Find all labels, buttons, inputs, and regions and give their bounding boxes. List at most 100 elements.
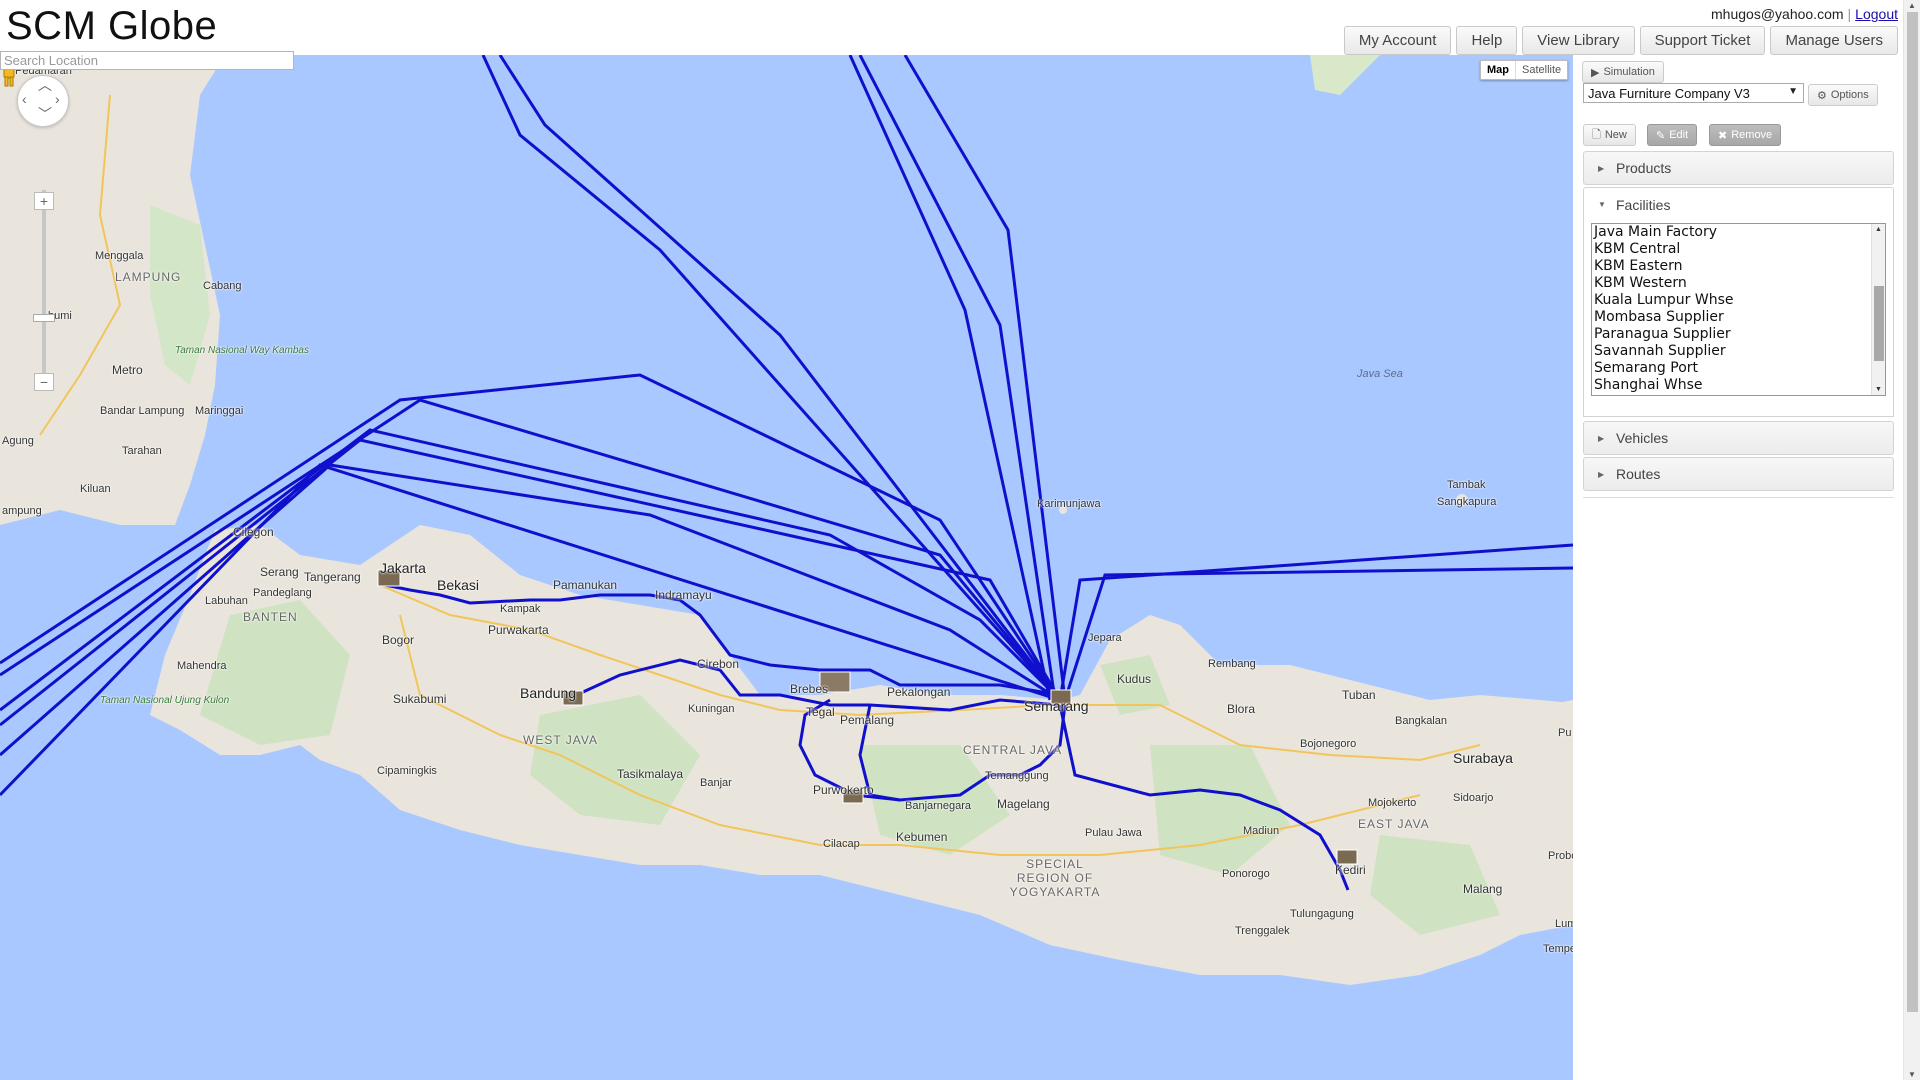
place-label: Pemalang (840, 713, 895, 727)
zoom-slider-handle[interactable] (33, 314, 55, 322)
region-label: CENTRAL JAVA (963, 743, 1063, 757)
options-label: Options (1830, 89, 1869, 101)
page-scroll-down-icon[interactable]: ▼ (1908, 1070, 1916, 1079)
place-label: Banjar (700, 777, 732, 789)
region-label: LAMPUNG (115, 270, 182, 284)
place-label: Bekasi (437, 577, 480, 593)
section-routes[interactable]: ▶ Routes (1583, 457, 1894, 491)
facility-item[interactable]: Savannah Supplier (1592, 343, 1885, 360)
facility-item[interactable]: Paranagua Supplier (1592, 326, 1885, 343)
place-label: Bandung (520, 685, 577, 701)
logout-link[interactable]: Logout (1855, 6, 1898, 22)
place-label: Cipamingkis (377, 765, 437, 777)
park-label: Taman Nasional Ujung Kulon (100, 695, 230, 706)
edit-label: Edit (1669, 129, 1689, 141)
place-label: Cirebon (697, 657, 740, 671)
section-facilities[interactable]: ▼ Facilities (1583, 187, 1894, 221)
edit-button[interactable]: ✎ Edit (1647, 124, 1698, 146)
close-icon: ✖ (1718, 129, 1728, 142)
island-top (1310, 55, 1380, 95)
facility-item[interactable]: Java Main Factory (1592, 224, 1885, 241)
facility-item[interactable]: Shanghai Whse (1592, 377, 1885, 394)
zoom-in-button[interactable]: + (34, 192, 54, 210)
section-vehicles[interactable]: ▶ Vehicles (1583, 421, 1894, 455)
place-label: Semarang (1024, 698, 1089, 714)
place-label: Purwakarta (488, 623, 549, 637)
place-label: Brebes (790, 682, 829, 696)
place-label: Cabang (203, 280, 242, 292)
region-label: BANTEN (243, 610, 298, 624)
facility-item[interactable]: Kuala Lumpur Whse (1592, 292, 1885, 309)
pan-down-icon[interactable]: ﹀ (38, 107, 52, 121)
place-label: Bandar Lampung (100, 405, 185, 417)
section-products[interactable]: ▶ Products (1583, 151, 1894, 185)
map-type-satellite-button[interactable]: Satellite (1515, 61, 1567, 79)
facility-item[interactable]: KBM Eastern (1592, 258, 1885, 275)
place-label: Agung (2, 435, 34, 447)
facility-item[interactable]: KBM Western (1592, 275, 1885, 292)
map-canvas[interactable]: Pedamaran Menggala LAMPUNG Cabang bumi T… (0, 55, 1573, 1080)
manage-users-button[interactable]: Manage Users (1770, 26, 1898, 55)
company-select-value: Java Furniture Company V3 (1588, 85, 1750, 101)
place-label: Pekalongan (887, 685, 951, 699)
map-type-map-button[interactable]: Map (1481, 61, 1515, 79)
facility-list-scroll-thumb[interactable] (1874, 286, 1884, 361)
map-type-control: Map Satellite (1480, 60, 1569, 80)
company-select[interactable]: Java Furniture Company V3 ▼ (1583, 83, 1804, 103)
place-label: Tambak (1447, 479, 1486, 491)
help-button[interactable]: Help (1456, 26, 1518, 55)
pan-left-icon[interactable]: ‹ (22, 92, 27, 106)
place-label: Malang (1463, 882, 1503, 896)
page-scroll-up-icon[interactable]: ▲ (1908, 1, 1916, 10)
pan-up-icon[interactable]: ︿ (38, 78, 52, 92)
park-label: Taman Nasional Way Kambas (175, 345, 309, 356)
facilities-panel: Java Main Factory KBM Central KBM Easter… (1583, 217, 1894, 417)
place-label: Bojonegoro (1300, 738, 1357, 750)
options-button[interactable]: ⚙ Options (1808, 84, 1878, 106)
sidebar-divider (1583, 497, 1894, 498)
place-label: Ponorogo (1222, 868, 1270, 880)
place-label: ampung (2, 505, 42, 517)
place-label: Bangkalan (1395, 715, 1447, 727)
place-label: Mojokerto (1368, 797, 1417, 809)
zoom-out-button[interactable]: − (34, 373, 54, 391)
page-scrollbar[interactable]: ▲ ▼ (1903, 0, 1920, 1080)
view-library-button[interactable]: View Library (1522, 26, 1635, 55)
triangle-right-icon: ▶ (1598, 469, 1605, 479)
place-label: Kebumen (896, 830, 948, 844)
facility-item[interactable]: Semarang Port (1592, 360, 1885, 377)
facility-list-scrollbar[interactable]: ▲ ▼ (1871, 224, 1885, 395)
scroll-up-icon[interactable]: ▲ (1875, 226, 1882, 233)
place-label: Kudus (1117, 672, 1152, 686)
scroll-down-icon[interactable]: ▼ (1875, 386, 1882, 393)
place-label: Trenggalek (1235, 925, 1290, 937)
support-ticket-button[interactable]: Support Ticket (1639, 26, 1766, 55)
page-scroll-thumb[interactable] (1907, 12, 1918, 1012)
triangle-down-icon: ▼ (1598, 200, 1606, 209)
new-label: New (1604, 129, 1627, 141)
triangle-right-icon: ▶ (1598, 433, 1605, 443)
place-label: Tasikmalaya (617, 767, 684, 781)
chevron-down-icon: ▼ (1788, 86, 1798, 97)
place-label: Indramayu (655, 588, 712, 602)
simulation-button[interactable]: ▶ Simulation (1582, 61, 1664, 83)
place-label: Temanggung (985, 770, 1049, 782)
my-account-button[interactable]: My Account (1343, 26, 1452, 55)
facility-item[interactable]: KBM Central (1592, 241, 1885, 258)
simulation-label: Simulation (1603, 66, 1655, 78)
place-label: Kuningan (688, 703, 735, 715)
new-button[interactable]: 🗋 New (1583, 124, 1636, 146)
facility-list[interactable]: Java Main Factory KBM Central KBM Easter… (1591, 223, 1886, 396)
zoom-slider-track[interactable] (42, 190, 46, 390)
place-label: Pamanukan (553, 578, 618, 592)
place-label: Mahendra (177, 660, 227, 672)
pan-right-icon[interactable]: › (55, 92, 60, 106)
region-label: WEST JAVA (523, 733, 599, 747)
marker-kediri (1336, 849, 1358, 865)
place-label: Pu (1558, 727, 1572, 739)
search-location-input[interactable] (0, 51, 294, 70)
remove-button[interactable]: ✖ Remove (1709, 124, 1782, 146)
pan-control[interactable]: ︿ ‹ › ﹀ (17, 75, 69, 127)
facility-item[interactable]: Mombasa Supplier (1592, 309, 1885, 326)
map-graphics (0, 55, 1573, 985)
